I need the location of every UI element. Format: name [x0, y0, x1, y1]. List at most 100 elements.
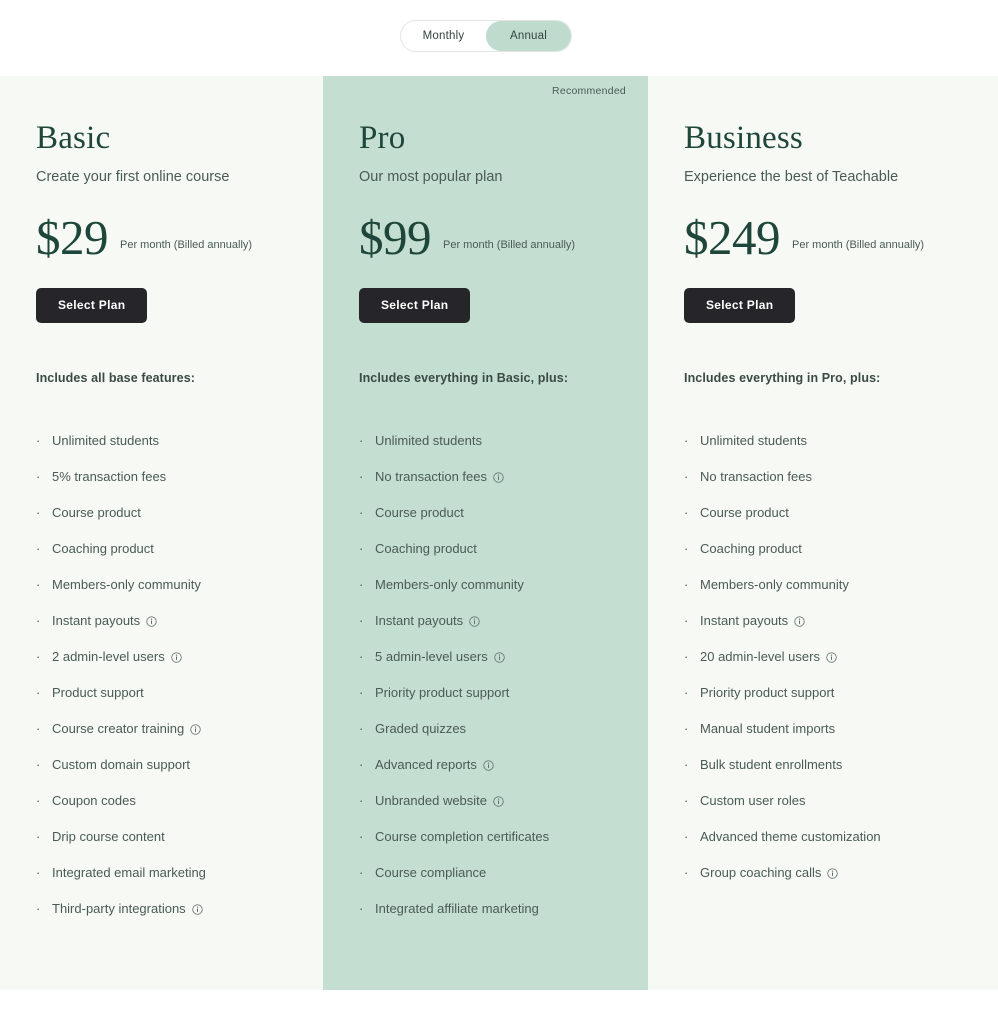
feature-label: Group coaching calls [700, 864, 822, 880]
features-title: Includes everything in Pro, plus: [684, 370, 881, 385]
info-circle-icon[interactable] [483, 760, 494, 771]
bullet-dot-icon: · [684, 432, 689, 448]
feature-item: · Priority product support [359, 675, 648, 711]
billing-toggle-option-annual[interactable]: Annual [486, 21, 571, 51]
info-circle-icon[interactable] [494, 652, 505, 663]
feature-label: 5 admin-level users [375, 648, 488, 664]
feature-list: · Unlimited students · 5% transaction fees ·… [36, 423, 323, 927]
plan-cta-wrapper: Select Plan [359, 262, 648, 323]
bullet-dot-icon: · [359, 900, 364, 916]
feature-label: Instant payouts [375, 612, 464, 628]
select-plan-button[interactable]: Select Plan [684, 287, 796, 323]
bullet-dot-icon: · [359, 684, 364, 700]
plan-card-pro: Recommended Pro Our most popular plan $99 Pe… [323, 76, 648, 990]
billing-period-toggle[interactable]: Monthly Annual [400, 20, 572, 52]
feature-label: Course creator training [52, 720, 185, 736]
feature-label: Third-party integrations [52, 900, 186, 916]
feature-item: · Course completion certificates [359, 819, 648, 855]
features-title: Includes all base features: [36, 370, 196, 385]
feature-label: Integrated affiliate marketing [375, 900, 539, 916]
info-circle-icon[interactable] [493, 472, 504, 483]
info-circle-icon[interactable] [190, 724, 201, 735]
feature-item: · Course product [684, 495, 998, 531]
feature-item: · Course compliance [359, 855, 648, 891]
feature-label: Unlimited students [375, 432, 482, 448]
feature-label: Drip course content [52, 828, 165, 844]
info-circle-icon[interactable] [827, 868, 839, 879]
feature-item: · Group coaching calls [684, 855, 998, 891]
bullet-dot-icon: · [359, 828, 364, 844]
plan-tagline: Our most popular plan [359, 168, 503, 185]
recommended-badge: Recommended [552, 85, 626, 97]
select-plan-button[interactable]: Select Plan [36, 287, 148, 323]
feature-list: · Unlimited students · No transaction fees ·… [684, 423, 998, 891]
bullet-dot-icon: · [684, 540, 689, 556]
info-circle-icon[interactable] [469, 616, 480, 627]
bullet-dot-icon: · [36, 720, 41, 736]
feature-label: Course compliance [375, 864, 487, 880]
feature-item: · Coaching product [684, 531, 998, 567]
plan-name: Business [684, 120, 803, 156]
feature-label: Unlimited students [52, 432, 159, 448]
feature-list: · Unlimited students · No transaction fees ·… [359, 423, 648, 927]
plan-price-note: Per month (Billed annually) [792, 238, 925, 251]
bullet-dot-icon: · [36, 648, 41, 664]
feature-item: · 5 admin-level users [359, 639, 648, 675]
bullet-dot-icon: · [36, 576, 41, 592]
feature-item: · Drip course content [36, 819, 323, 855]
info-circle-icon[interactable] [794, 616, 805, 627]
info-circle-icon[interactable] [146, 616, 157, 627]
bullet-dot-icon: · [684, 576, 689, 592]
plan-card-business: Business Experience the best of Teachable… [648, 76, 998, 990]
bullet-dot-icon: · [684, 720, 689, 736]
bullet-dot-icon: · [359, 756, 364, 772]
bullet-dot-icon: · [684, 648, 689, 664]
feature-item: · No transaction fees [359, 459, 648, 495]
feature-label: Unbranded website [375, 792, 488, 808]
feature-item: · Members-only community [36, 567, 323, 603]
info-circle-icon[interactable] [171, 652, 182, 663]
bullet-dot-icon: · [359, 612, 364, 628]
info-circle-icon[interactable] [826, 652, 837, 663]
feature-label: Course product [52, 504, 141, 520]
info-circle-icon[interactable] [493, 796, 504, 807]
feature-item: · Bulk student enrollments [684, 747, 998, 783]
select-plan-button[interactable]: Select Plan [359, 287, 471, 323]
feature-label: Custom user roles [700, 792, 806, 808]
feature-label: Members-only community [52, 576, 201, 592]
feature-item: · Integrated email marketing [36, 855, 323, 891]
bullet-dot-icon: · [359, 792, 364, 808]
info-circle-icon[interactable] [191, 904, 203, 915]
feature-item: · Course product [36, 495, 323, 531]
feature-item: · Unbranded website [359, 783, 648, 819]
plan-price-row: $29 Per month (Billed annually) [36, 213, 323, 262]
bullet-dot-icon: · [684, 864, 689, 880]
feature-label: Product support [52, 684, 144, 700]
feature-item: · Members-only community [684, 567, 998, 603]
feature-item: · Course creator training [36, 711, 323, 747]
bullet-dot-icon: · [359, 540, 364, 556]
bullet-dot-icon: · [359, 864, 364, 880]
pricing-page: Monthly Annual Basic Create your first onl… [0, 0, 998, 1024]
bullet-dot-icon: · [359, 432, 364, 448]
plan-columns: Basic Create your first online course $29 P… [0, 76, 998, 990]
bullet-dot-icon: · [684, 468, 689, 484]
bullet-dot-icon: · [36, 504, 41, 520]
bullet-dot-icon: · [36, 756, 41, 772]
feature-item: · 20 admin-level users [684, 639, 998, 675]
feature-item: · Graded quizzes [359, 711, 648, 747]
feature-item: · Custom user roles [684, 783, 998, 819]
feature-item: · No transaction fees [684, 459, 998, 495]
bullet-dot-icon: · [359, 576, 364, 592]
feature-item: · Coaching product [36, 531, 323, 567]
billing-toggle-option-monthly[interactable]: Monthly [401, 21, 486, 51]
feature-label: Course completion certificates [375, 828, 550, 844]
features-title: Includes everything in Basic, plus: [359, 370, 569, 385]
feature-item: · Unlimited students [359, 423, 648, 459]
bullet-dot-icon: · [359, 468, 364, 484]
feature-item: · Advanced theme customization [684, 819, 998, 855]
feature-label: Priority product support [700, 684, 835, 700]
feature-label: Priority product support [375, 684, 510, 700]
plan-tagline: Experience the best of Teachable [684, 168, 899, 185]
feature-label: Course product [700, 504, 789, 520]
